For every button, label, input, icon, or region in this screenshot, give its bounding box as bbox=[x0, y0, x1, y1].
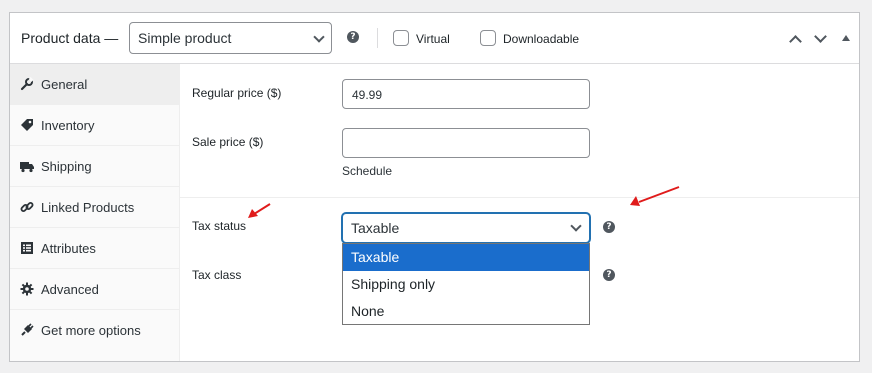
tax-class-help-icon[interactable]: ? bbox=[603, 269, 615, 281]
tab-inventory-label: Inventory bbox=[41, 118, 95, 133]
truck-icon bbox=[20, 159, 34, 173]
help-icon[interactable]: ? bbox=[347, 31, 359, 43]
tab-linked-products[interactable]: Linked Products bbox=[10, 187, 179, 228]
tax-status-value: Taxable bbox=[351, 220, 400, 236]
regular-price-label: Regular price ($) bbox=[192, 86, 282, 100]
tab-shipping-label: Shipping bbox=[41, 159, 92, 174]
tab-advanced-label: Advanced bbox=[41, 282, 99, 297]
link-icon bbox=[20, 200, 34, 214]
wrench-icon bbox=[20, 77, 34, 91]
annotation-arrow-help bbox=[630, 186, 680, 206]
tab-general-label: General bbox=[41, 77, 88, 92]
chevron-down-icon bbox=[570, 220, 582, 232]
tax-status-select[interactable]: Taxable bbox=[342, 213, 590, 243]
tab-shipping[interactable]: Shipping bbox=[10, 146, 179, 187]
move-up-icon[interactable] bbox=[789, 35, 802, 48]
virtual-checkbox[interactable] bbox=[393, 30, 409, 46]
header-divider bbox=[377, 28, 378, 48]
tag-icon bbox=[20, 118, 34, 132]
move-down-icon[interactable] bbox=[814, 30, 827, 43]
product-data-tabs: General Inventory Shipping Linked Produc… bbox=[10, 64, 180, 361]
product-data-panel: Product data — Simple product ? Virtual … bbox=[9, 12, 860, 362]
product-type-value: Simple product bbox=[138, 30, 232, 46]
tab-linked-products-label: Linked Products bbox=[41, 200, 135, 215]
tax-status-help-icon[interactable]: ? bbox=[603, 221, 615, 233]
tab-get-more-options[interactable]: Get more options bbox=[10, 310, 179, 351]
tax-status-dropdown: Taxable Shipping only None bbox=[342, 243, 590, 325]
sale-price-input[interactable] bbox=[342, 128, 590, 158]
tax-option-shipping-only[interactable]: Shipping only bbox=[343, 271, 589, 298]
panel-title: Product data — bbox=[21, 30, 119, 46]
tab-advanced[interactable]: Advanced bbox=[10, 269, 179, 310]
tab-get-more-options-label: Get more options bbox=[41, 323, 141, 338]
tab-attributes[interactable]: Attributes bbox=[10, 228, 179, 269]
list-icon bbox=[20, 241, 34, 255]
product-type-select[interactable]: Simple product bbox=[129, 22, 332, 54]
tax-status-label: Tax status bbox=[192, 219, 247, 233]
plugin-icon bbox=[20, 323, 34, 337]
tab-general[interactable]: General bbox=[10, 64, 179, 105]
panel-header: Product data — Simple product ? Virtual … bbox=[10, 13, 859, 64]
chevron-down-icon bbox=[313, 31, 325, 43]
annotation-arrow-tax-status bbox=[248, 203, 271, 218]
downloadable-label[interactable]: Downloadable bbox=[503, 32, 579, 46]
tab-inventory[interactable]: Inventory bbox=[10, 105, 179, 146]
schedule-link[interactable]: Schedule bbox=[342, 164, 392, 178]
toggle-panel-icon[interactable] bbox=[842, 35, 850, 41]
tax-class-label: Tax class bbox=[192, 268, 242, 282]
gear-icon bbox=[20, 282, 34, 296]
tax-option-none[interactable]: None bbox=[343, 298, 589, 325]
virtual-label[interactable]: Virtual bbox=[416, 32, 450, 46]
regular-price-input[interactable]: 49.99 bbox=[342, 79, 590, 109]
general-panel: Regular price ($) 49.99 Sale price ($) S… bbox=[180, 64, 859, 361]
section-divider bbox=[180, 197, 859, 198]
sale-price-label: Sale price ($) bbox=[192, 135, 264, 149]
tab-attributes-label: Attributes bbox=[41, 241, 96, 256]
tax-option-taxable[interactable]: Taxable bbox=[343, 244, 589, 271]
downloadable-checkbox[interactable] bbox=[480, 30, 496, 46]
